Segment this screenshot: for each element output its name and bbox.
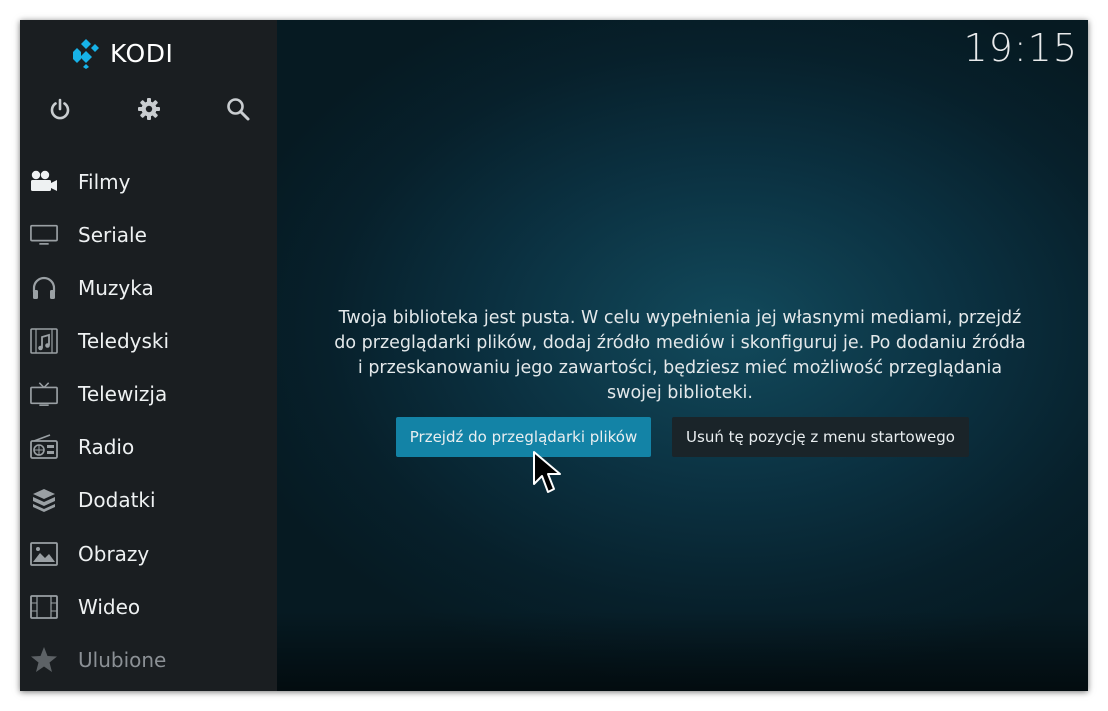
sidebar-item-radio[interactable]: Radio [20, 422, 277, 472]
headphones-icon [30, 274, 58, 302]
sidebar-item-label: Obrazy [78, 542, 150, 566]
sidebar-item-label: Seriale [78, 223, 147, 247]
sidebar-item-label: Muzyka [78, 276, 154, 300]
sidebar-item-movies[interactable]: Filmy [20, 157, 277, 207]
addons-icon [30, 486, 58, 514]
sidebar-item-label: Telewizja [78, 382, 168, 406]
sidebar-item-label: Filmy [78, 170, 131, 194]
sidebar-item-label: Teledyski [78, 329, 170, 353]
empty-library-message: Twoja biblioteka jest pusta. W celu wype… [334, 308, 1026, 403]
star-icon [30, 646, 58, 674]
sidebar-item-tv[interactable]: Telewizja [20, 369, 277, 419]
sidebar-item-label: Radio [78, 435, 135, 459]
sidebar-item-addons[interactable]: Dodatki [20, 475, 277, 525]
sidebar: KODI Filmy Seriale Muzyka Teledyski Tele… [20, 20, 277, 691]
power-icon[interactable] [47, 96, 73, 122]
gear-icon[interactable] [136, 96, 162, 122]
movies-icon [30, 168, 58, 196]
remove-from-home-menu-button[interactable]: Usuń tę pozycję z menu startowego [672, 417, 969, 457]
sidebar-item-label: Wideo [78, 595, 141, 619]
live-tv-icon [30, 380, 58, 408]
top-icon-bar [20, 96, 277, 126]
sidebar-item-label: Dodatki [78, 488, 156, 512]
kodi-window: KODI Filmy Seriale Muzyka Teledyski Tele… [20, 20, 1088, 691]
tv-shows-icon [30, 221, 58, 249]
pictures-icon [30, 540, 58, 568]
sidebar-item-favourites[interactable]: Ulubione [20, 635, 277, 685]
clock: 19:15 [963, 26, 1078, 70]
sidebar-item-music[interactable]: Muzyka [20, 263, 277, 313]
browse-files-button[interactable]: Przejdź do przeglądarki plików [396, 417, 651, 457]
sidebar-item-tv-shows[interactable]: Seriale [20, 210, 277, 260]
sidebar-item-label: Ulubione [78, 648, 167, 672]
video-icon [30, 593, 58, 621]
music-video-icon [30, 327, 58, 355]
kodi-logo[interactable]: KODI [70, 37, 173, 69]
sidebar-item-pictures[interactable]: Obrazy [20, 529, 277, 579]
radio-icon [30, 433, 58, 461]
search-icon[interactable] [225, 96, 251, 122]
sidebar-item-video[interactable]: Wideo [20, 582, 277, 632]
kodi-logo-icon [73, 39, 99, 69]
logo-text: KODI [110, 38, 174, 68]
sidebar-item-music-videos[interactable]: Teledyski [20, 316, 277, 366]
